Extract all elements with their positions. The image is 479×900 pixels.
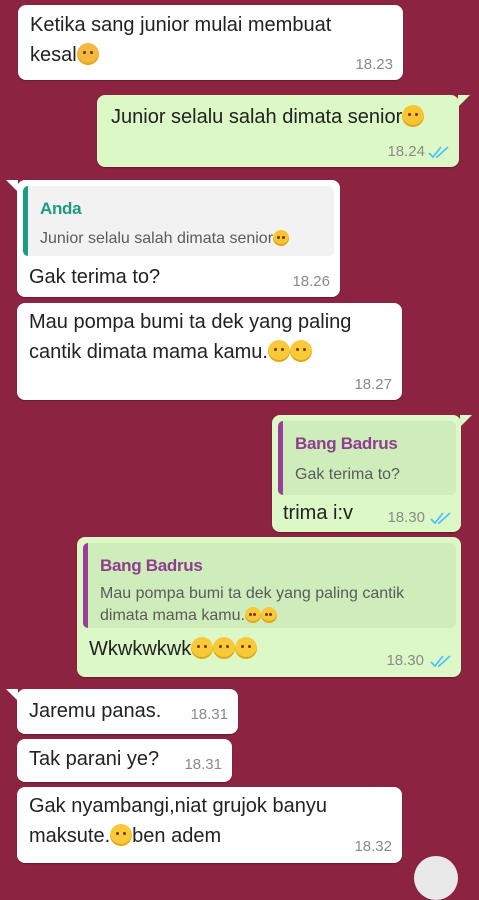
bubble-tail [460,415,472,427]
message-time: 18.32 [354,838,392,855]
read-double-check-icon [430,512,451,525]
message-bubble-incoming[interactable]: Tak parani ye? 18.31 [17,739,232,782]
message-text: trima i:v [283,502,353,524]
tears-of-joy-emoji-icon [289,340,312,362]
message-time: 18.27 [354,376,392,393]
quote-author: Bang Badrus [295,434,398,453]
message-text: Ketika sang junior mulai membuat kesal [30,14,332,66]
neutral-face-emoji-icon [273,230,290,246]
message-bubble-incoming[interactable]: Anda Junior selalu salah dimata senior G… [17,180,340,297]
message-text: Tak parani ye? [29,748,160,770]
rofl-emoji-icon [110,824,133,846]
message-bubble-incoming[interactable]: Jaremu panas. 18.31 [17,689,238,734]
quoted-message[interactable]: Anda Junior selalu salah dimata senior [23,186,334,256]
message-time: 18.31 [184,756,222,773]
quote-text: Gak terima to? [295,466,400,483]
message-time: 18.23 [355,56,393,73]
message-time: 18.30 [387,509,425,526]
quoted-message[interactable]: Bang Badrus Gak terima to? [278,421,456,495]
message-text: Gak terima to? [29,266,161,288]
quote-text: Junior selalu salah dimata senior [40,228,290,250]
scroll-down-button[interactable] [414,856,458,900]
message-text: Jaremu panas. [29,700,162,722]
message-time: 18.24 [387,143,425,160]
rofl-emoji-icon [244,607,261,623]
message-text: Gak nyambangi,niat grujok banyu maksute.… [29,795,327,847]
quoted-message[interactable]: Bang Badrus Mau pompa bumi ta dek yang p… [83,543,456,628]
message-time: 18.26 [292,273,330,290]
tears-of-joy-emoji-icon [235,637,258,659]
message-text: Wkwkwkwk [89,634,258,664]
tears-of-joy-emoji-icon [191,637,214,659]
quote-author: Bang Badrus [100,556,203,575]
message-time: 18.30 [386,652,424,669]
neutral-face-emoji-icon [402,105,425,127]
message-time: 18.31 [190,706,228,723]
rofl-emoji-icon [267,340,290,362]
message-bubble-incoming[interactable]: Gak nyambangi,niat grujok banyu maksute.… [17,787,402,863]
message-text: Mau pompa bumi ta dek yang paling cantik… [29,311,352,363]
tears-of-joy-emoji-icon [213,637,236,659]
read-double-check-icon [430,655,451,668]
bubble-tail [458,95,470,107]
message-bubble-outgoing[interactable]: Bang Badrus Gak terima to? trima i:v 18.… [272,415,461,532]
message-bubble-incoming[interactable]: Mau pompa bumi ta dek yang paling cantik… [17,303,402,400]
message-bubble-incoming[interactable]: Ketika sang junior mulai membuat kesal 1… [18,5,403,80]
tears-of-joy-emoji-icon [260,607,277,623]
message-text: Junior selalu salah dimata senior [111,102,425,132]
message-bubble-outgoing[interactable]: Bang Badrus Mau pompa bumi ta dek yang p… [77,537,461,677]
quote-author: Anda [40,199,82,218]
message-bubble-outgoing[interactable]: Junior selalu salah dimata senior 18.24 [97,95,459,167]
steam-face-emoji-icon [76,43,99,65]
read-double-check-icon [428,146,449,159]
quote-text: Mau pompa bumi ta dek yang paling cantik… [100,585,405,624]
